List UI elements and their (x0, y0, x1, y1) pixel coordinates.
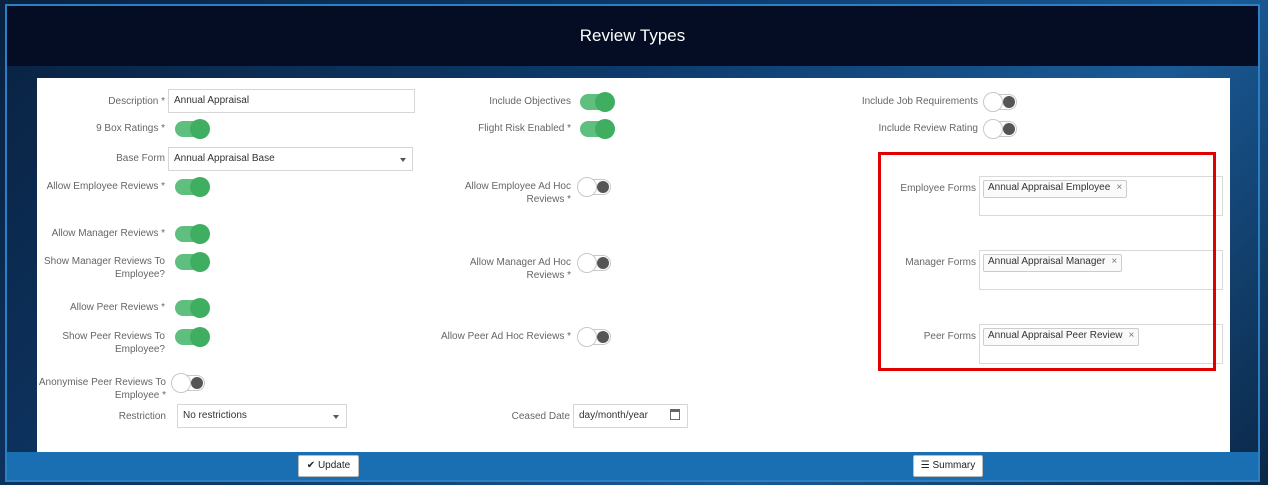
anonymise-label-line2: Employee * (114, 390, 166, 401)
show-manager-reviews-label: Show Manager Reviews To Employee? (30, 255, 165, 281)
allow-manager-reviews-label: Allow Manager Reviews * (51, 228, 165, 239)
allow-manager-adhoc-toggle[interactable] (577, 253, 611, 273)
base-form-select[interactable]: Annual Appraisal Base (168, 147, 413, 171)
nine-box-toggle[interactable] (175, 119, 210, 139)
allow-manager-adhoc-label: Allow Manager Ad Hoc Reviews * (440, 256, 571, 282)
allow-employee-reviews-label: Allow Employee Reviews * (46, 181, 165, 192)
show-peer-reviews-label-line2: Employee? (114, 344, 165, 355)
allow-peer-reviews-label: Allow Peer Reviews * (69, 302, 165, 313)
include-objectives-toggle[interactable] (580, 92, 615, 112)
chevron-down-icon (400, 158, 406, 162)
page-title: Review Types (7, 6, 1258, 66)
summary-button[interactable]: ☰ Summary (913, 455, 983, 477)
calendar-icon[interactable] (670, 409, 680, 420)
update-button[interactable]: ✔ Update (298, 455, 359, 477)
show-peer-reviews-toggle[interactable] (175, 327, 210, 347)
allow-peer-adhoc-toggle[interactable] (577, 327, 611, 347)
restriction-value: No restrictions (183, 410, 247, 421)
show-manager-reviews-label-line1: Show Manager Reviews To (44, 256, 165, 267)
include-job-req-label: Include Job Requirements (861, 96, 978, 107)
include-review-rating-toggle[interactable] (983, 119, 1017, 139)
allow-employee-adhoc-label: Allow Employee Ad Hoc Reviews * (440, 180, 571, 206)
show-peer-reviews-label: Show Peer Reviews To Employee? (30, 330, 165, 356)
allow-manager-adhoc-label-line1: Allow Manager Ad Hoc (469, 257, 571, 268)
allow-employee-adhoc-label-line1: Allow Employee Ad Hoc (464, 181, 571, 192)
description-label: Description * (108, 96, 165, 107)
show-manager-reviews-label-line2: Employee? (114, 269, 165, 280)
restriction-label: Restriction (118, 411, 166, 422)
highlight-annotation-box (878, 152, 1216, 371)
anonymise-label: Anonymise Peer Reviews To Employee * (20, 376, 166, 402)
allow-manager-adhoc-label-line2: Reviews * (526, 270, 571, 281)
anonymise-toggle[interactable] (171, 373, 205, 393)
description-input[interactable]: Annual Appraisal (168, 89, 415, 113)
anonymise-label-line1: Anonymise Peer Reviews To (38, 377, 166, 388)
show-manager-reviews-toggle[interactable] (175, 252, 210, 272)
flight-risk-toggle[interactable] (580, 119, 615, 139)
footer-bar (7, 452, 1258, 480)
chevron-down-icon (333, 415, 339, 419)
allow-peer-reviews-toggle[interactable] (175, 298, 210, 318)
ceased-date-placeholder: day/month/year (579, 410, 648, 421)
restriction-select[interactable]: No restrictions (177, 404, 347, 428)
include-job-req-toggle[interactable] (983, 92, 1017, 112)
show-peer-reviews-label-line1: Show Peer Reviews To (62, 331, 165, 342)
include-objectives-label: Include Objectives (489, 96, 571, 107)
allow-employee-adhoc-label-line2: Reviews * (526, 194, 571, 205)
nine-box-label: 9 Box Ratings * (96, 123, 165, 134)
ceased-date-label: Ceased Date (511, 411, 570, 422)
flight-risk-label: Flight Risk Enabled * (478, 123, 571, 134)
include-review-rating-label: Include Review Rating (878, 123, 979, 134)
allow-employee-adhoc-toggle[interactable] (577, 177, 611, 197)
allow-manager-reviews-toggle[interactable] (175, 224, 210, 244)
allow-employee-reviews-toggle[interactable] (175, 177, 210, 197)
allow-peer-adhoc-label: Allow Peer Ad Hoc Reviews * (440, 331, 571, 342)
base-form-value: Annual Appraisal Base (174, 153, 275, 164)
base-form-label: Base Form (116, 153, 165, 164)
